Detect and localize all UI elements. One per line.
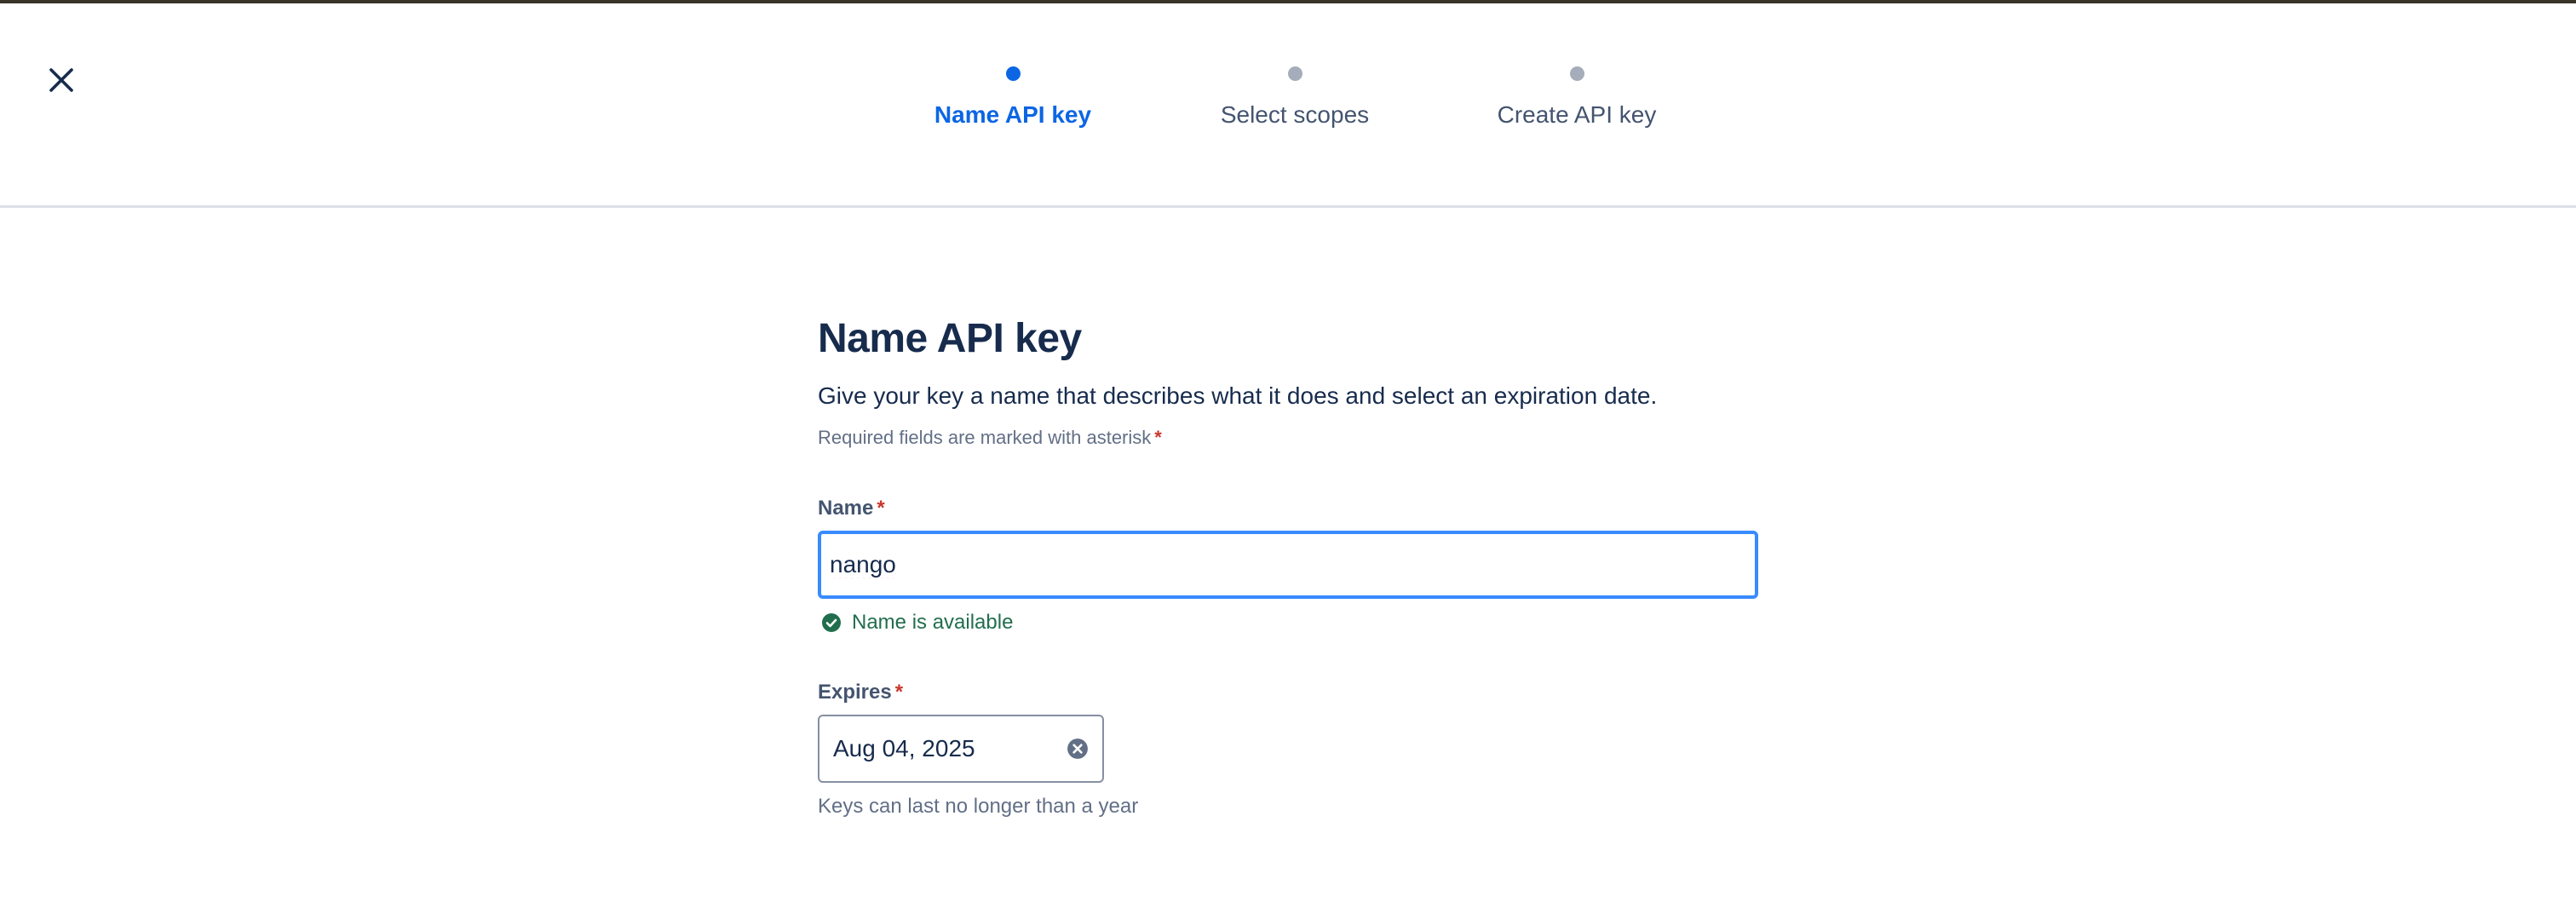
step-indicator-dot <box>1287 66 1302 81</box>
name-validation-message: Name is available <box>818 611 1789 635</box>
step-indicator-dot <box>1569 66 1584 81</box>
expires-helper-text: Keys can last no longer than a year <box>818 795 1139 818</box>
wizard-header: Name API key Select scopes Create API ke… <box>0 3 2576 208</box>
name-field-label: Name * <box>818 497 1789 520</box>
clear-circle-icon[interactable] <box>1067 738 1089 760</box>
required-note-text: Required fields are marked with asterisk <box>818 427 1152 448</box>
close-button[interactable] <box>41 60 82 101</box>
step-label: Create API key <box>1497 101 1657 128</box>
required-asterisk: * <box>877 497 885 520</box>
name-label-text: Name <box>818 497 874 520</box>
step-select-scopes: Select scopes <box>1167 66 1423 129</box>
expires-date-picker[interactable]: Aug 04, 2025 <box>818 715 1104 783</box>
expires-date-value: Aug 04, 2025 <box>833 735 975 761</box>
step-create-api-key: Create API key <box>1449 66 1705 129</box>
expires-field-label: Expires * <box>818 681 1789 704</box>
check-circle-icon <box>822 613 841 632</box>
page-description: Give your key a name that describes what… <box>818 382 1658 409</box>
required-asterisk: * <box>1154 427 1162 448</box>
step-label: Select scopes <box>1220 101 1370 128</box>
step-label: Name API key <box>934 101 1092 128</box>
required-asterisk: * <box>894 681 904 704</box>
name-input[interactable] <box>818 531 1758 599</box>
page-title: Name API key <box>818 316 1082 361</box>
expires-label-text: Expires <box>818 681 892 704</box>
close-icon <box>49 68 73 92</box>
form-content: Name API key Give your key a name that d… <box>818 315 1789 819</box>
step-indicator-dot <box>1005 66 1021 81</box>
validation-text: Name is available <box>852 611 1014 634</box>
required-fields-note: Required fields are marked with asterisk… <box>818 427 1789 449</box>
step-name-api-key: Name API key <box>885 66 1141 129</box>
